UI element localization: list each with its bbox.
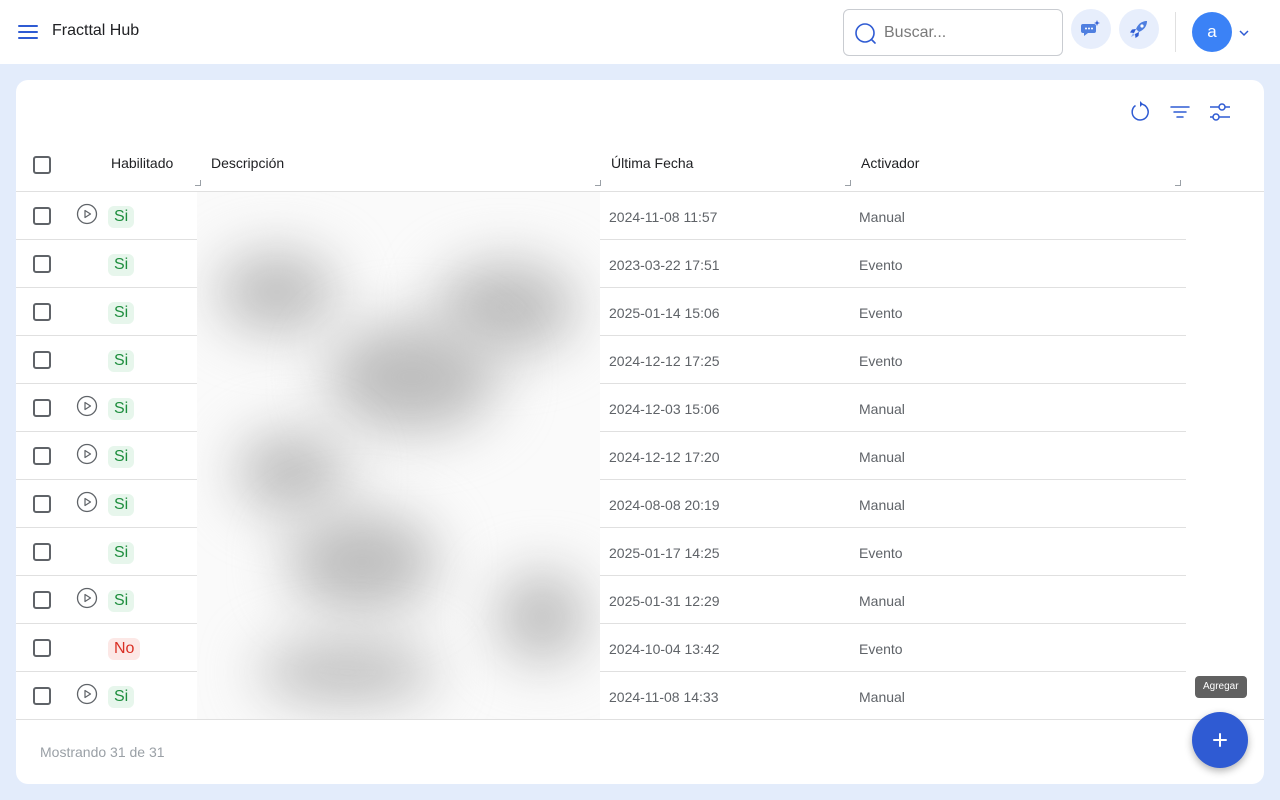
play-circle-icon[interactable] bbox=[76, 203, 98, 225]
search-icon bbox=[855, 23, 876, 44]
header-divider bbox=[1175, 12, 1176, 52]
row-checkbox[interactable] bbox=[33, 255, 51, 273]
trigger-cell: Manual bbox=[859, 497, 905, 513]
table-row[interactable]: Si 2024-08-08 20:19 Manual bbox=[16, 480, 1186, 528]
chat-sparkle-button[interactable] bbox=[1071, 9, 1111, 49]
last-date-cell: 2024-11-08 11:57 bbox=[609, 209, 718, 225]
status-badge: No bbox=[108, 638, 141, 660]
trigger-cell: Evento bbox=[859, 257, 903, 273]
table-row[interactable]: Si 2024-12-12 17:25 Evento bbox=[16, 336, 1186, 384]
status-badge: Si bbox=[108, 398, 135, 420]
top-bar: Fracttal Hub a bbox=[0, 0, 1280, 64]
last-date-cell: 2024-12-12 17:25 bbox=[609, 353, 720, 369]
pagination-summary: Mostrando 31 de 31 bbox=[40, 744, 165, 760]
column-resize-handle[interactable] bbox=[195, 180, 201, 186]
rocket-icon bbox=[1130, 21, 1147, 38]
avatar[interactable]: a bbox=[1192, 12, 1232, 52]
add-tooltip: Agregar bbox=[1195, 676, 1247, 698]
column-header-activador[interactable]: Activador bbox=[861, 155, 919, 171]
status-badge: Si bbox=[108, 494, 135, 516]
play-circle-icon[interactable] bbox=[76, 587, 98, 609]
rocket-button[interactable] bbox=[1119, 9, 1159, 49]
last-date-cell: 2025-01-14 15:06 bbox=[609, 305, 720, 321]
description-column-redacted bbox=[197, 192, 600, 720]
table-header: Habilitado Descripción Última Fecha Acti… bbox=[16, 136, 1264, 192]
status-badge: Si bbox=[108, 542, 135, 564]
trigger-cell: Evento bbox=[859, 545, 903, 561]
status-badge: Si bbox=[108, 302, 135, 324]
row-checkbox[interactable] bbox=[33, 495, 51, 513]
table-row[interactable]: Si 2024-11-08 14:33 Manual bbox=[16, 672, 1186, 720]
select-all-checkbox[interactable] bbox=[33, 156, 51, 174]
chat-sparkle-icon bbox=[1081, 20, 1100, 36]
row-checkbox[interactable] bbox=[33, 399, 51, 417]
search-input[interactable] bbox=[884, 20, 1054, 46]
content-card: Habilitado Descripción Última Fecha Acti… bbox=[16, 80, 1264, 784]
plus-icon bbox=[1213, 733, 1227, 747]
trigger-cell: Evento bbox=[859, 641, 903, 657]
column-resize-handle[interactable] bbox=[1175, 180, 1181, 186]
sliders-icon[interactable] bbox=[1208, 100, 1232, 124]
play-circle-icon[interactable] bbox=[76, 491, 98, 513]
table-row[interactable]: Si 2025-01-14 15:06 Evento bbox=[16, 288, 1186, 336]
column-resize-handle[interactable] bbox=[595, 180, 601, 186]
trigger-cell: Evento bbox=[859, 353, 903, 369]
last-date-cell: 2023-03-22 17:51 bbox=[609, 257, 720, 273]
status-badge: Si bbox=[108, 206, 135, 228]
play-circle-icon[interactable] bbox=[76, 683, 98, 705]
column-resize-handle[interactable] bbox=[845, 180, 851, 186]
trigger-cell: Manual bbox=[859, 689, 905, 705]
row-checkbox[interactable] bbox=[33, 351, 51, 369]
table-row[interactable]: Si 2024-12-12 17:20 Manual bbox=[16, 432, 1186, 480]
last-date-cell: 2024-10-04 13:42 bbox=[609, 641, 720, 657]
status-badge: Si bbox=[108, 590, 135, 612]
row-checkbox[interactable] bbox=[33, 543, 51, 561]
status-badge: Si bbox=[108, 686, 135, 708]
row-checkbox[interactable] bbox=[33, 447, 51, 465]
row-checkbox[interactable] bbox=[33, 687, 51, 705]
last-date-cell: 2024-12-03 15:06 bbox=[609, 401, 720, 417]
column-header-habilitado[interactable]: Habilitado bbox=[111, 155, 173, 171]
trigger-cell: Manual bbox=[859, 449, 905, 465]
row-checkbox[interactable] bbox=[33, 591, 51, 609]
menu-icon[interactable] bbox=[16, 20, 40, 44]
row-checkbox[interactable] bbox=[33, 207, 51, 225]
table-row[interactable]: Si 2025-01-17 14:25 Evento bbox=[16, 528, 1186, 576]
table-row[interactable]: No 2024-10-04 13:42 Evento bbox=[16, 624, 1186, 672]
table-footer: Mostrando 31 de 31 bbox=[16, 719, 1264, 784]
column-header-descripcion[interactable]: Descripción bbox=[211, 155, 284, 171]
filter-icon[interactable] bbox=[1168, 100, 1192, 124]
table-row[interactable]: Si 2024-12-03 15:06 Manual bbox=[16, 384, 1186, 432]
status-badge: Si bbox=[108, 350, 135, 372]
last-date-cell: 2024-12-12 17:20 bbox=[609, 449, 720, 465]
search-box[interactable] bbox=[843, 9, 1063, 56]
refresh-icon[interactable] bbox=[1128, 100, 1152, 124]
row-checkbox[interactable] bbox=[33, 639, 51, 657]
chevron-down-icon[interactable] bbox=[1238, 26, 1250, 44]
status-badge: Si bbox=[108, 446, 135, 468]
play-circle-icon[interactable] bbox=[76, 395, 98, 417]
table-row[interactable]: Si 2023-03-22 17:51 Evento bbox=[16, 240, 1186, 288]
table-row[interactable]: Si 2025-01-31 12:29 Manual bbox=[16, 576, 1186, 624]
last-date-cell: 2024-08-08 20:19 bbox=[609, 497, 720, 513]
play-circle-icon[interactable] bbox=[76, 443, 98, 465]
last-date-cell: 2024-11-08 14:33 bbox=[609, 689, 719, 705]
status-badge: Si bbox=[108, 254, 135, 276]
add-button[interactable] bbox=[1192, 712, 1248, 768]
trigger-cell: Evento bbox=[859, 305, 903, 321]
table-row[interactable]: Si 2024-11-08 11:57 Manual bbox=[16, 192, 1186, 240]
last-date-cell: 2025-01-31 12:29 bbox=[609, 593, 720, 609]
app-title: Fracttal Hub bbox=[52, 22, 140, 39]
trigger-cell: Manual bbox=[859, 401, 905, 417]
trigger-cell: Manual bbox=[859, 593, 905, 609]
column-header-ultima-fecha[interactable]: Última Fecha bbox=[611, 155, 693, 171]
last-date-cell: 2025-01-17 14:25 bbox=[609, 545, 720, 561]
row-checkbox[interactable] bbox=[33, 303, 51, 321]
trigger-cell: Manual bbox=[859, 209, 905, 225]
